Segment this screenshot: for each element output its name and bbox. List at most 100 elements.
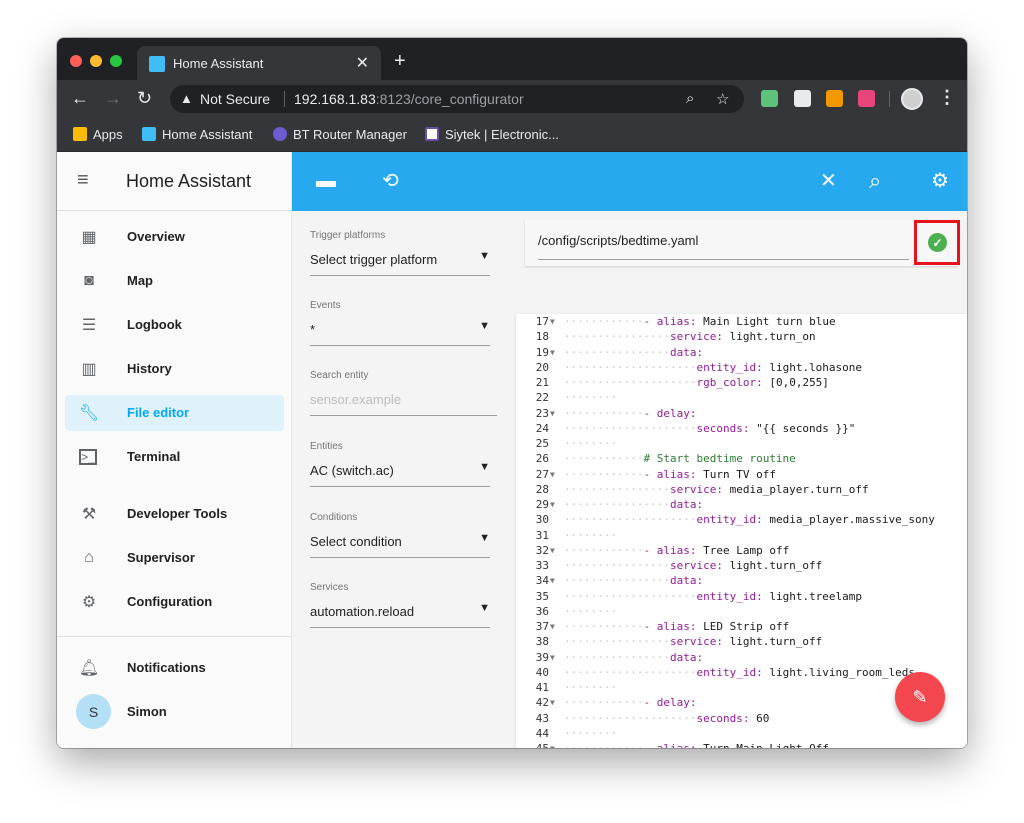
code-line: 20 ····················entity_id: light.l… — [516, 360, 967, 375]
folder-icon[interactable]: ▬ — [316, 169, 336, 193]
browser-tab[interactable]: Home Assistant ✕ — [137, 46, 381, 80]
sidebar-item-label: Map — [127, 273, 153, 288]
bookmark-star-icon[interactable]: ☆ — [716, 90, 729, 108]
sidebar-item-notifications[interactable]: 🔔︎ Notifications — [65, 650, 284, 686]
file-path-card: /config/scripts/bedtime.yaml — [525, 220, 958, 266]
code-text: ············- alias: Main Light turn blu… — [564, 315, 836, 328]
line-number: 22 — [535, 391, 549, 405]
fold-arrow-icon[interactable]: ▼ — [550, 695, 555, 710]
code-line: 19 ▼ ················data: — [516, 345, 967, 360]
sidebar-header: ≡ Home Assistant — [57, 152, 292, 211]
bookmark-apps[interactable]: Apps — [73, 127, 123, 142]
forward-arrow-icon[interactable]: → — [104, 88, 122, 108]
line-number: 40 — [535, 665, 549, 679]
close-icon[interactable]: ✕ — [820, 169, 837, 193]
line-number: 33 — [535, 559, 549, 572]
bell-icon: 🔔︎ — [78, 660, 100, 677]
line-number: 30 — [535, 513, 549, 527]
zoom-window-button[interactable] — [110, 55, 122, 67]
fold-arrow-icon[interactable]: ▼ — [550, 345, 555, 360]
code-line: 21 ····················rgb_color: [0,0,25… — [516, 375, 967, 390]
address-separator — [284, 91, 285, 107]
trigger-platform-select[interactable]: Select trigger platform ▼ — [310, 250, 490, 276]
sidebar-item-supervisor[interactable]: ⌂ Supervisor — [65, 540, 284, 576]
fold-arrow-icon[interactable]: ▼ — [550, 741, 555, 748]
trigger-platform-field: Trigger platforms Select trigger platfor… — [310, 230, 490, 276]
more-menu-icon[interactable]: ⋮ — [938, 87, 956, 108]
dropdown-arrow-icon: ▼ — [479, 532, 490, 544]
menu-collapse-icon[interactable]: ≡ — [77, 169, 89, 192]
bookmark-bt-router[interactable]: BT Router Manager — [273, 127, 407, 142]
code-line: 22 ········ — [516, 390, 967, 405]
code-text: ················data: — [564, 650, 704, 664]
back-arrow-icon[interactable]: ← — [71, 88, 89, 108]
sidebar-title: Home Assistant — [126, 171, 252, 191]
code-text: ············- alias: LED Strip off — [564, 620, 790, 633]
field-label: Events — [310, 300, 341, 311]
sidebar-item-developer-tools[interactable]: ⚒ Developer Tools — [65, 496, 284, 532]
close-window-button[interactable] — [70, 55, 82, 67]
profile-avatar-icon[interactable] — [901, 88, 923, 110]
globe-icon — [273, 127, 287, 141]
code-text: ················data: — [564, 498, 704, 511]
fold-arrow-icon[interactable]: ▼ — [550, 406, 555, 421]
warning-icon: ▲ — [180, 91, 193, 106]
list-icon: ☰ — [81, 317, 97, 334]
sidebar-item-map[interactable]: ◙ Map — [65, 263, 284, 299]
code-text: ················data: — [564, 574, 704, 588]
line-number: 38 — [535, 635, 549, 649]
fold-arrow-icon[interactable]: ▼ — [550, 543, 555, 558]
search-entity-input[interactable]: sensor.example — [310, 390, 497, 416]
reload-icon[interactable]: ↻ — [137, 88, 152, 108]
fold-arrow-icon[interactable]: ▼ — [550, 497, 555, 512]
extension-camera-icon[interactable] — [794, 90, 811, 107]
code-line: 27 ▼ ············- alias: Turn TV off — [516, 467, 967, 482]
sidebar-item-configuration[interactable]: ⚙ Configuration — [65, 584, 284, 620]
check-circle-icon[interactable]: ✓ — [928, 233, 947, 252]
sidebar-item-label: Configuration — [127, 594, 213, 609]
address-bar[interactable]: ▲ Not Secure 192.168.1.83:8123/core_conf… — [170, 85, 744, 113]
sidebar-item-profile[interactable]: S Simon — [65, 690, 284, 734]
sidebar-item-file-editor[interactable]: 🔧︎ File editor — [65, 395, 284, 431]
history-icon[interactable]: ⟲ — [382, 169, 399, 193]
extension-green-icon[interactable] — [761, 90, 778, 107]
rss-icon[interactable] — [826, 90, 843, 107]
conditions-select[interactable]: Select condition ▼ — [310, 532, 490, 558]
bookmark-siytek[interactable]: Siytek | Electronic... — [425, 127, 559, 142]
url-text[interactable]: 192.168.1.83:8123/core_configurator — [294, 91, 524, 107]
entities-select[interactable]: AC (switch.ac) ▼ — [310, 461, 490, 487]
events-select[interactable]: * ▼ — [310, 320, 490, 346]
code-text: ················data: — [564, 345, 704, 359]
search-entity-field: Search entity sensor.example — [310, 370, 497, 416]
fold-arrow-icon[interactable]: ▼ — [550, 314, 555, 329]
sidebar-item-overview[interactable]: ▦ Overview — [65, 219, 284, 255]
tab-close-icon[interactable]: ✕ — [356, 53, 369, 73]
sidebar-item-logbook[interactable]: ☰ Logbook — [65, 307, 284, 343]
minimize-window-button[interactable] — [90, 55, 102, 67]
bookmark-home-assistant[interactable]: Home Assistant — [142, 127, 252, 142]
extension-pink-icon[interactable] — [858, 90, 875, 107]
new-tab-button[interactable]: + — [394, 51, 406, 71]
dropdown-arrow-icon: ▼ — [479, 320, 490, 332]
line-number: 18 — [535, 330, 549, 344]
fold-arrow-icon[interactable]: ▼ — [550, 573, 555, 588]
edit-fab-button[interactable]: ✎ — [895, 672, 945, 722]
settings-gear-icon[interactable]: ⚙ — [931, 169, 949, 193]
zoom-search-icon[interactable]: ⌕ — [686, 90, 694, 107]
line-number: 31 — [535, 528, 549, 542]
sidebar-item-history[interactable]: ▥ History — [65, 351, 284, 387]
fold-arrow-icon[interactable]: ▼ — [550, 650, 555, 665]
line-number: 43 — [535, 711, 549, 725]
search-icon[interactable]: ⌕ — [869, 169, 881, 193]
services-select[interactable]: automation.reload ▼ — [310, 602, 490, 628]
file-path[interactable]: /config/scripts/bedtime.yaml — [538, 233, 698, 248]
select-value: Select trigger platform — [310, 252, 438, 267]
fold-arrow-icon[interactable]: ▼ — [550, 467, 555, 482]
services-field: Services automation.reload ▼ — [310, 582, 490, 628]
sidebar-item-terminal[interactable]: >_ Terminal — [65, 439, 284, 475]
code-text: ············- delay: — [564, 696, 697, 710]
line-number: 44 — [535, 726, 549, 740]
code-line: 18 ················service: light.turn_on — [516, 329, 967, 344]
fold-arrow-icon[interactable]: ▼ — [550, 619, 555, 634]
line-number: 41 — [535, 681, 549, 694]
